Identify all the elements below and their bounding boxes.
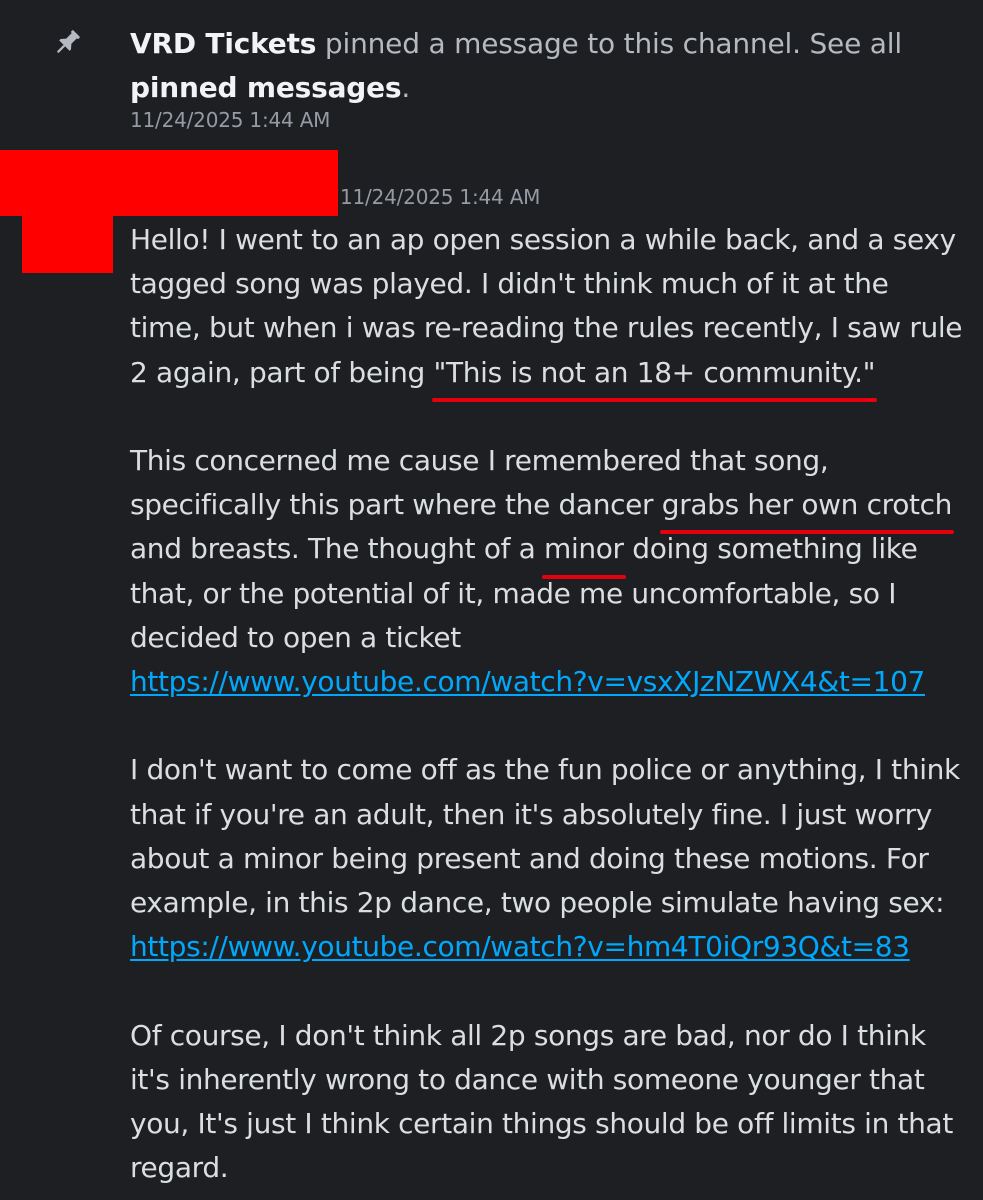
pin-timestamp: 11/24/2025 1:44 AM: [130, 108, 331, 132]
message-paragraph-2: This concerned me cause I remembered tha…: [130, 439, 965, 704]
redacted-username: [0, 150, 338, 216]
youtube-link-1[interactable]: https://www.youtube.com/watch?v=vsxXJzNZ…: [130, 665, 925, 698]
pin-author-name[interactable]: VRD Tickets: [130, 27, 316, 60]
message-paragraph-1: Hello! I went to an ap open session a wh…: [130, 218, 965, 403]
youtube-link-2[interactable]: https://www.youtube.com/watch?v=hm4T0iQr…: [130, 930, 910, 963]
pinned-messages-link[interactable]: pinned messages: [130, 71, 402, 104]
paragraph-3-text: I don't want to come off as the fun poli…: [130, 753, 960, 920]
message-paragraph-3: I don't want to come off as the fun poli…: [130, 748, 965, 969]
pin-icon: [57, 30, 80, 53]
paragraph-4-text: Of course, I don't think all 2p songs ar…: [130, 1018, 953, 1185]
underlined-word-annotation: minor: [542, 527, 626, 579]
pin-notification-text: VRD Tickets pinned a message to this cha…: [130, 22, 950, 110]
message-content: Hello! I went to an ap open session a wh…: [130, 218, 965, 1190]
pin-trailing-punctuation: .: [401, 71, 411, 104]
paragraph-2-text-b: and breasts. The thought of a: [130, 532, 545, 566]
underlined-phrase-annotation: grabs her own crotch: [659, 483, 955, 535]
redacted-avatar: [22, 210, 113, 273]
message-paragraph-4: Of course, I don't think all 2p songs ar…: [130, 1014, 965, 1191]
pin-action-text: pinned a message to this channel. See al…: [316, 27, 902, 60]
underlined-quote-annotation: "This is not an 18+ community.": [431, 351, 877, 403]
message-timestamp: 11/24/2025 1:44 AM: [340, 185, 541, 209]
